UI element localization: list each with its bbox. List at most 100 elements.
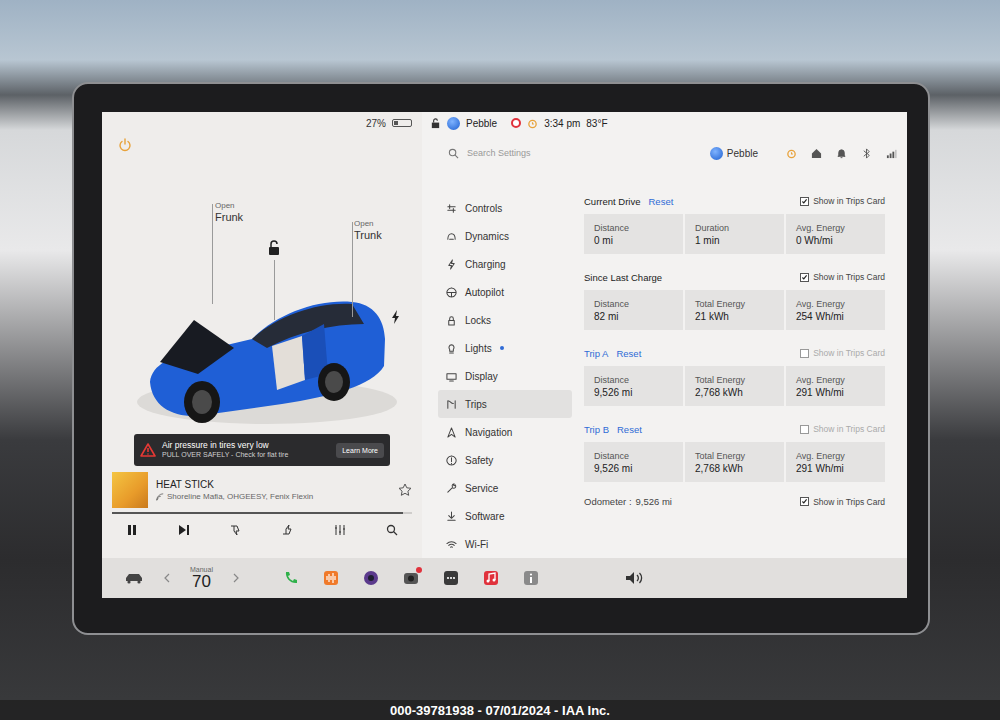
battery-icon bbox=[392, 119, 412, 127]
more-apps-icon[interactable] bbox=[443, 570, 459, 586]
phone-icon[interactable] bbox=[283, 570, 299, 586]
menu-item-icon bbox=[446, 231, 457, 242]
camera-icon[interactable] bbox=[363, 570, 379, 586]
stat-cell: Total Energy2,768 kWh bbox=[685, 442, 784, 482]
voice-icon[interactable] bbox=[323, 570, 339, 586]
stat-cell: Avg. Energy254 Wh/mi bbox=[786, 290, 885, 330]
menu-item[interactable]: Lights bbox=[438, 334, 572, 362]
menu-item[interactable]: Service bbox=[438, 474, 572, 502]
settings-search[interactable]: Search Settings bbox=[448, 148, 702, 159]
status-profile[interactable]: Pebble bbox=[466, 118, 497, 129]
bell-icon[interactable] bbox=[836, 148, 847, 159]
show-in-trips-card-checkbox[interactable]: Show in Trips Card bbox=[800, 424, 885, 434]
alarm-icon[interactable] bbox=[786, 148, 797, 159]
stat-label: Duration bbox=[695, 223, 774, 233]
menu-item[interactable]: Locks bbox=[438, 306, 572, 334]
section-header: Current DriveResetShow in Trips Card bbox=[584, 192, 885, 210]
menu-item-label: Dynamics bbox=[465, 231, 509, 242]
menu-item[interactable]: Controls bbox=[438, 194, 572, 222]
show-in-trips-card-checkbox[interactable]: Show in Trips Card bbox=[800, 348, 885, 358]
music-icon[interactable] bbox=[483, 570, 499, 586]
menu-item[interactable]: Software bbox=[438, 502, 572, 530]
volume-icon[interactable] bbox=[625, 571, 645, 585]
menu-item-label: Trips bbox=[465, 399, 487, 410]
menu-item[interactable]: Trips bbox=[438, 390, 572, 418]
settings-panel: Pebble3:34 pm83°FSearch SettingsPebbleCo… bbox=[422, 112, 907, 558]
stat-label: Total Energy bbox=[695, 451, 774, 461]
temp-down-icon[interactable] bbox=[164, 573, 170, 583]
stat-cell: Distance0 mi bbox=[584, 214, 683, 254]
manual-info-icon[interactable] bbox=[523, 570, 539, 586]
battery-fill bbox=[394, 121, 398, 125]
odometer-value: 9,526 mi bbox=[636, 496, 672, 507]
bluetooth-icon[interactable] bbox=[861, 148, 872, 159]
temp-up-icon[interactable] bbox=[233, 573, 239, 583]
main-area: 27%OpenFrunkOpenTrunkAir pressure in tir… bbox=[102, 112, 907, 558]
stat-label: Avg. Energy bbox=[796, 375, 875, 385]
menu-item[interactable]: Safety bbox=[438, 446, 572, 474]
stat-label: Total Energy bbox=[695, 375, 774, 385]
profile-button[interactable]: Pebble bbox=[727, 148, 758, 159]
menu-item[interactable]: Wi-Fi bbox=[438, 530, 572, 558]
dashcam-app[interactable] bbox=[403, 570, 419, 586]
stat-label: Distance bbox=[594, 375, 673, 385]
menu-item[interactable]: Display bbox=[438, 362, 572, 390]
show-in-trips-card-checkbox[interactable]: Show in Trips Card bbox=[800, 272, 885, 282]
stat-value: 254 Wh/mi bbox=[796, 311, 875, 322]
menu-item[interactable]: Charging bbox=[438, 250, 572, 278]
stat-cell: Avg. Energy0 Wh/mi bbox=[786, 214, 885, 254]
favorite-star-icon[interactable] bbox=[398, 483, 412, 497]
playback-progress[interactable] bbox=[112, 512, 412, 514]
stat-value: 9,526 mi bbox=[594, 463, 673, 474]
frunk-action: Open bbox=[215, 202, 243, 211]
section-header: Since Last ChargeShow in Trips Card bbox=[584, 268, 885, 286]
stat-label: Distance bbox=[594, 299, 673, 309]
checkbox bbox=[800, 197, 809, 206]
learn-more-button[interactable]: Learn More bbox=[336, 443, 384, 458]
trunk-button[interactable]: OpenTrunk bbox=[354, 220, 382, 241]
power-icon[interactable] bbox=[118, 138, 132, 152]
stat-label: Avg. Energy bbox=[796, 223, 875, 233]
menu-item-icon bbox=[446, 343, 457, 354]
frunk-button[interactable]: OpenFrunk bbox=[215, 202, 243, 223]
section-header: Trip BResetShow in Trips Card bbox=[584, 420, 885, 438]
menu-item[interactable]: Navigation bbox=[438, 418, 572, 446]
menu-item-icon bbox=[446, 315, 457, 326]
reset-button[interactable]: Reset bbox=[649, 196, 674, 207]
next-track-icon[interactable] bbox=[178, 524, 190, 536]
profile-avatar-icon bbox=[447, 117, 460, 130]
display-bezel: 27%OpenFrunkOpenTrunkAir pressure in tir… bbox=[72, 82, 930, 635]
menu-item-label: Navigation bbox=[465, 427, 512, 438]
stat-value: 0 mi bbox=[594, 235, 673, 246]
lock-line bbox=[274, 260, 275, 320]
pause-icon[interactable] bbox=[126, 524, 138, 536]
odometer-row: Odometer :9,526 miShow in Trips Card bbox=[584, 496, 885, 507]
trip-section: Trip AResetShow in Trips CardDistance9,5… bbox=[584, 344, 885, 406]
show-in-trips-card-checkbox[interactable]: Show in Trips Card bbox=[800, 196, 885, 206]
thumbs-down-icon[interactable] bbox=[230, 524, 242, 536]
trip-section: Current DriveResetShow in Trips CardDist… bbox=[584, 192, 885, 254]
climate-control[interactable]: Manual70 bbox=[190, 566, 213, 590]
menu-item-icon bbox=[446, 455, 457, 466]
menu-item-icon bbox=[446, 259, 457, 270]
frunk-line bbox=[212, 204, 213, 304]
menu-item-icon bbox=[446, 511, 457, 522]
charge-port-icon[interactable] bbox=[391, 310, 401, 324]
equalizer-icon[interactable] bbox=[334, 524, 346, 536]
menu-item-icon bbox=[446, 203, 457, 214]
signal-icon bbox=[886, 148, 897, 159]
unlock-icon[interactable] bbox=[267, 240, 281, 256]
dashcam-record-icon[interactable] bbox=[511, 118, 521, 128]
reset-button[interactable]: Reset bbox=[616, 348, 641, 359]
reset-button[interactable]: Reset bbox=[617, 424, 642, 435]
climate-temperature: 70 bbox=[192, 573, 211, 590]
show-in-trips-card-checkbox[interactable]: Show in Trips Card bbox=[800, 497, 885, 507]
search-placeholder: Search Settings bbox=[467, 148, 531, 158]
home-icon[interactable] bbox=[811, 148, 822, 159]
menu-item[interactable]: Dynamics bbox=[438, 222, 572, 250]
search-icon[interactable] bbox=[386, 524, 398, 536]
car-icon[interactable] bbox=[124, 572, 144, 584]
thumbs-up-icon[interactable] bbox=[282, 524, 294, 536]
menu-item[interactable]: Autopilot bbox=[438, 278, 572, 306]
tire-pressure-alert: Air pressure in tires very lowPULL OVER … bbox=[134, 434, 390, 466]
